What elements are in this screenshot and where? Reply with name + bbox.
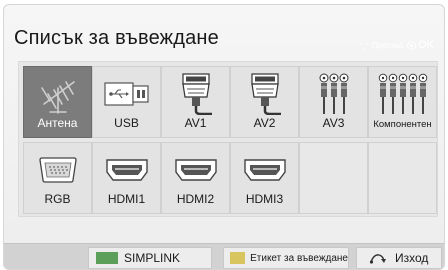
input-label: Антена — [37, 116, 78, 130]
back-arrow-icon — [369, 252, 387, 264]
input-label: AV3 — [322, 116, 345, 130]
input-label-button-text: Етикет за въвеждане — [250, 252, 348, 264]
input-label: RGB — [44, 192, 71, 206]
simplink-label: SIMPLINK — [124, 251, 181, 265]
hdmi-port-icon — [231, 149, 298, 191]
ok-button-icon — [407, 40, 417, 50]
input-label: USB — [114, 116, 139, 130]
yellow-key-icon — [230, 252, 246, 264]
input-tile-hdmi2[interactable]: HDMI2 — [161, 142, 230, 214]
simplink-button[interactable]: SIMPLINK — [88, 247, 212, 269]
input-tile-av3[interactable]: AV3 — [299, 66, 368, 138]
scart-icon — [231, 73, 298, 115]
green-key-icon — [96, 252, 118, 264]
input-tile-av2[interactable]: AV2 — [230, 66, 299, 138]
bottom-bar: SIMPLINK Етикет за въвеждане Изход — [4, 243, 444, 269]
empty-tile — [368, 142, 437, 214]
input-tile-hdmi1[interactable]: HDMI1 — [92, 142, 161, 214]
input-label-button[interactable]: Етикет за въвеждане — [223, 247, 349, 269]
input-tile-antenna[interactable]: Антена — [23, 66, 92, 138]
hdmi-port-icon — [93, 149, 160, 191]
input-label: AV1 — [184, 116, 207, 130]
usb-icon — [93, 73, 160, 115]
hdmi-port-icon — [162, 149, 229, 191]
empty-tile — [299, 142, 368, 214]
navigate-arrows-icon: ⁛ — [360, 39, 369, 51]
input-tile-rgb[interactable]: RGB — [23, 142, 92, 214]
exit-button[interactable]: Изход — [356, 247, 442, 269]
input-tile-hdmi3[interactable]: HDMI3 — [230, 142, 299, 214]
input-label: Компонентен — [373, 119, 432, 130]
hint-ok-label: OK — [418, 39, 434, 51]
input-label: HDMI1 — [107, 192, 146, 206]
vga-port-icon — [24, 149, 91, 191]
hint-ok: OK — [407, 39, 434, 51]
input-grid: Антена USB AV1 AV2 AV3 Компонентен RGB H… — [18, 61, 438, 217]
tv-screen: Списък за въвеждане ⁛ Преглед OK Антена … — [0, 0, 448, 270]
input-tile-av1[interactable]: AV1 — [161, 66, 230, 138]
navigation-hints: ⁛ Преглед OK — [360, 39, 434, 51]
scart-icon — [162, 73, 229, 115]
input-tile-component[interactable]: Компонентен — [368, 66, 437, 138]
exit-label: Изход — [395, 251, 429, 265]
hint-move-label: Преглед — [372, 40, 404, 50]
input-tile-usb[interactable]: USB — [92, 66, 161, 138]
component-cable-icon — [369, 73, 436, 115]
input-label: AV2 — [253, 116, 276, 130]
menu-title: Списък за въвеждане — [14, 27, 220, 49]
input-label: HDMI2 — [176, 192, 215, 206]
input-list-menu: Списък за въвеждане ⁛ Преглед OK Антена … — [3, 4, 445, 270]
antenna-icon — [24, 73, 91, 115]
rca-cable-icon — [300, 73, 367, 115]
input-label: HDMI3 — [245, 192, 284, 206]
